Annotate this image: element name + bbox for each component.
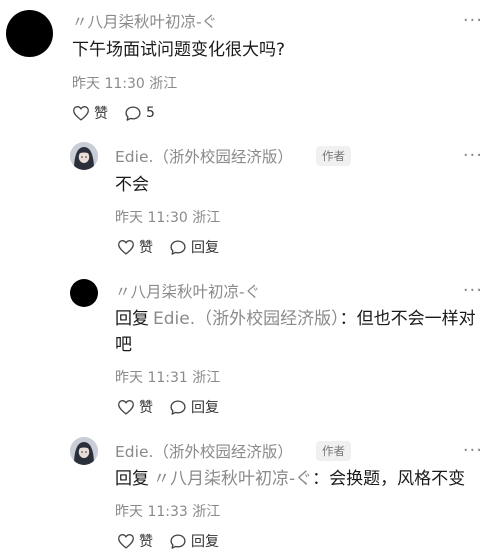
comment-actions: 赞 回复: [117, 237, 235, 257]
comment-meta: 昨天 11:30 浙江: [72, 76, 178, 92]
reply-prefix: 回复: [115, 469, 149, 489]
more-options-icon[interactable]: ···: [463, 147, 483, 165]
reply-count: 5: [146, 105, 155, 121]
author-avatar[interactable]: [70, 437, 98, 465]
author-badge: 作者: [316, 441, 351, 461]
reply-label: 回复: [191, 400, 219, 416]
avatar[interactable]: [70, 279, 98, 307]
comment-meta: 昨天 11:31 浙江: [115, 370, 221, 386]
avatar-image: [70, 142, 98, 170]
like-label: 赞: [139, 400, 153, 416]
like-button[interactable]: 赞: [117, 237, 153, 257]
like-label: 赞: [94, 106, 108, 122]
comment-meta: 昨天 11:33 浙江: [115, 504, 221, 520]
like-label: 赞: [139, 240, 153, 256]
more-options-icon[interactable]: ···: [463, 12, 483, 30]
reply-target-name[interactable]: Edie.（浙外校园经济版）: [153, 309, 340, 329]
heart-outline-icon: [118, 400, 134, 415]
reply-count-button[interactable]: 5: [124, 105, 155, 122]
reply-button[interactable]: 回复: [169, 397, 219, 417]
comment-actions: 赞 回复: [117, 397, 235, 417]
like-button[interactable]: 赞: [117, 531, 153, 551]
heart-outline-icon: [118, 240, 134, 255]
heart-outline-icon: [73, 106, 89, 121]
like-label: 赞: [139, 534, 153, 550]
speech-bubble-icon: [125, 105, 141, 121]
comment-actions: 赞 回复: [117, 531, 235, 551]
reply-button[interactable]: 回复: [169, 531, 219, 551]
comment-meta: 昨天 11:30 浙江: [115, 210, 221, 226]
comment-username[interactable]: Edie.（浙外校园经济版）: [115, 145, 293, 167]
reply-label: 回复: [191, 534, 219, 550]
comment-username[interactable]: 〃八月柒秋叶初凉-ぐ: [72, 10, 217, 32]
comment-text: 回复 〃八月柒秋叶初凉-ぐ：会换题，风格不变: [115, 466, 485, 492]
reply-button[interactable]: 回复: [169, 237, 219, 257]
avatar-image: [70, 437, 98, 465]
comment-actions: 赞 5: [72, 103, 171, 123]
more-options-icon[interactable]: ···: [463, 282, 483, 300]
speech-bubble-icon: [170, 399, 186, 415]
author-avatar[interactable]: [70, 142, 98, 170]
comment-text: 回复 Edie.（浙外校园经济版）：但也不会一样对吧: [115, 306, 485, 358]
reply-text: ：会换题，风格不变: [312, 469, 466, 489]
speech-bubble-icon: [170, 533, 186, 549]
more-options-icon[interactable]: ···: [463, 442, 483, 460]
comment-username[interactable]: Edie.（浙外校园经济版）: [115, 440, 293, 462]
reply-prefix: 回复: [115, 309, 149, 329]
reply-target-name[interactable]: 〃八月柒秋叶初凉-ぐ: [153, 469, 312, 489]
comment-username[interactable]: 〃八月柒秋叶初凉-ぐ: [115, 280, 260, 302]
avatar[interactable]: [6, 10, 53, 57]
comment-text: 不会: [115, 175, 149, 195]
like-button[interactable]: 赞: [117, 397, 153, 417]
comment-text: 下午场面试问题变化很大吗?: [72, 40, 286, 60]
reply-label: 回复: [191, 240, 219, 256]
author-badge: 作者: [316, 146, 351, 166]
heart-outline-icon: [118, 534, 134, 549]
like-button[interactable]: 赞: [72, 103, 108, 123]
speech-bubble-icon: [170, 239, 186, 255]
